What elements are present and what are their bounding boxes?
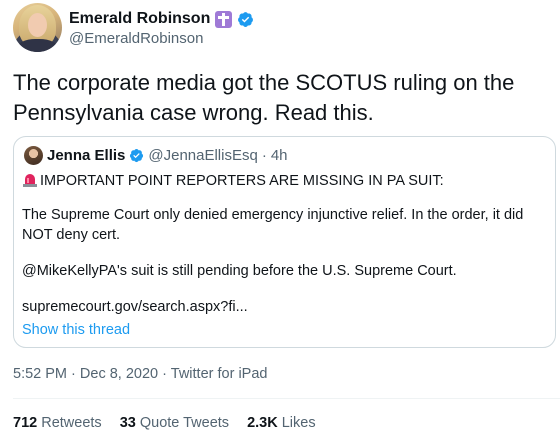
author-name-row[interactable]: Emerald Robinson: [69, 10, 254, 28]
quoted-author-name[interactable]: Jenna Ellis: [47, 147, 125, 164]
siren-icon: [23, 174, 37, 187]
retweets-count: 712: [13, 415, 38, 431]
quoted-tweet-card[interactable]: Jenna Ellis @JennaEllisEsq · 4h IMPORTAN…: [13, 136, 556, 348]
retweets-label: Retweets: [41, 415, 102, 431]
tweet-source[interactable]: Twitter for iPad: [171, 366, 268, 382]
avatar-body: [17, 39, 58, 52]
tweet-meta: 5:52 PM · Dec 8, 2020 · Twitter for iPad: [13, 366, 267, 382]
show-thread-link[interactable]: Show this thread: [22, 322, 130, 338]
cross-icon: [215, 10, 233, 28]
verified-badge-icon: [238, 11, 254, 27]
quoted-headline-text: IMPORTANT POINT REPORTERS ARE MISSING IN…: [40, 173, 444, 189]
quoted-paragraph-1: The Supreme Court only denied emergency …: [22, 207, 524, 243]
engagement-stats: 712 Retweets 33 Quote Tweets 2.3K Likes: [13, 415, 316, 431]
quoted-paragraph-2: @MikeKellyPA's suit is still pending bef…: [22, 263, 457, 279]
quoted-link[interactable]: supremecourt.gov/search.aspx?fi...: [22, 297, 547, 317]
meta-separator: ·: [261, 147, 267, 164]
likes-label: Likes: [281, 415, 316, 431]
quote-tweets-count: 33: [119, 415, 136, 431]
divider: [13, 398, 560, 399]
author-handle[interactable]: @EmeraldRobinson: [69, 30, 203, 47]
quote-tweets-label: Quote Tweets: [139, 415, 230, 431]
tweet-time[interactable]: 5:52 PM: [13, 366, 67, 382]
meta-separator: ·: [162, 366, 167, 382]
quoted-author-avatar[interactable]: [24, 146, 43, 165]
quoted-timestamp[interactable]: 4h: [271, 147, 288, 164]
tweet: Emerald Robinson @EmeraldRobinson The co…: [0, 0, 560, 438]
quoted-author-handle[interactable]: @JennaEllisEsq: [148, 147, 257, 164]
verified-badge-icon: [130, 148, 144, 163]
quoted-headline: IMPORTANT POINT REPORTERS ARE MISSING IN…: [22, 172, 444, 189]
tweet-text: The corporate media got the SCOTUS rulin…: [13, 70, 515, 125]
likes-stat[interactable]: 2.3K Likes: [247, 415, 316, 431]
meta-separator: ·: [71, 366, 76, 382]
quote-tweets-stat[interactable]: 33 Quote Tweets: [120, 415, 229, 431]
tweet-date[interactable]: Dec 8, 2020: [80, 366, 158, 382]
author-name[interactable]: Emerald Robinson: [69, 10, 210, 28]
avatar-face: [28, 13, 47, 37]
author-avatar[interactable]: [13, 3, 62, 52]
likes-count: 2.3K: [247, 415, 278, 431]
retweets-stat[interactable]: 712 Retweets: [13, 415, 102, 431]
quoted-author-row: Jenna Ellis @JennaEllisEsq · 4h: [47, 147, 288, 164]
